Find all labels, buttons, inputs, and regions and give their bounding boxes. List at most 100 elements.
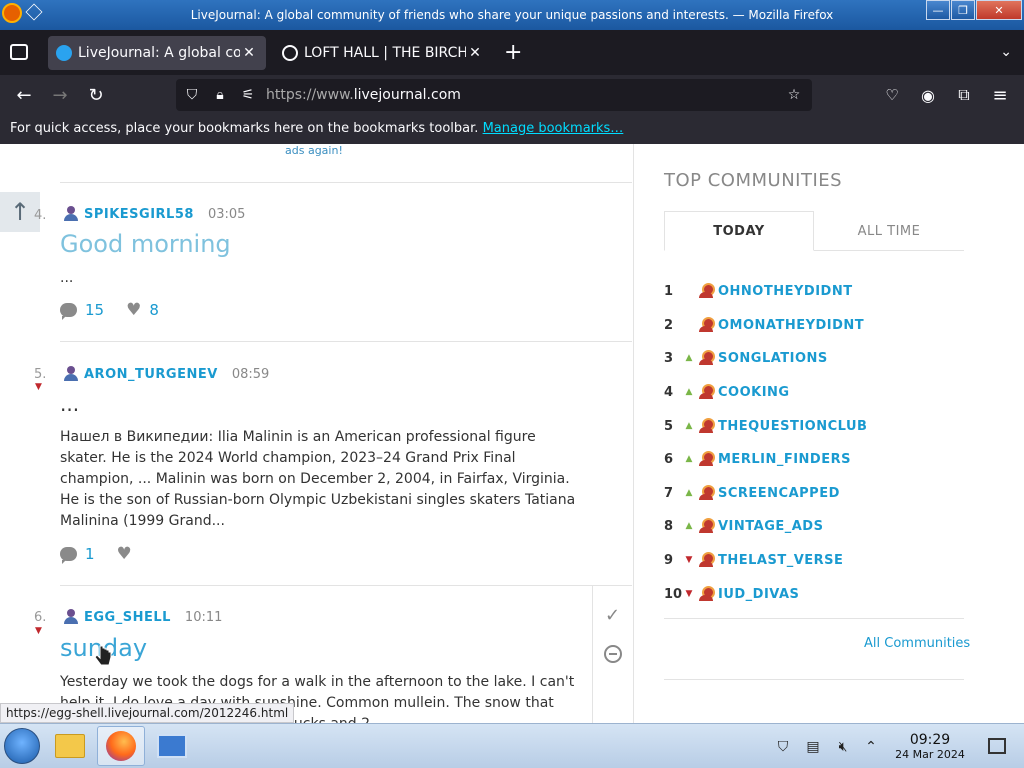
community-name[interactable]: MERLIN_FINDERS <box>718 452 851 467</box>
community-rank: 5 <box>664 418 674 434</box>
all-communities-link[interactable]: All Communities <box>864 636 970 651</box>
pocket-icon[interactable]: ♡ <box>880 83 904 107</box>
community-icon <box>698 451 715 467</box>
taskbar-remote-desktop[interactable] <box>148 726 196 766</box>
community-row[interactable]: 4 ▲ COOKING <box>664 382 964 402</box>
comment-icon[interactable] <box>60 547 77 564</box>
comment-count[interactable]: 1 <box>85 545 95 563</box>
community-name[interactable]: SCREENCAPPED <box>718 486 840 501</box>
trend-up-icon: ▲ <box>685 353 693 363</box>
speaker-muted-icon[interactable]: 🔇︎ <box>834 738 852 756</box>
author-name[interactable]: ARON_TURGENEV <box>84 367 218 382</box>
reload-icon[interactable]: ↻ <box>84 83 108 107</box>
address-bar[interactable]: ⛉ 🔒︎ ⚟ https://www.livejournal.com ☆ <box>176 79 812 111</box>
comment-count[interactable]: 15 <box>85 301 104 319</box>
tab-strip: LiveJournal: A global community of frien… <box>0 30 1024 75</box>
show-desktop-icon[interactable] <box>988 738 1006 754</box>
list-all-tabs-icon[interactable] <box>10 44 28 60</box>
community-rank: 8 <box>664 518 674 534</box>
trend-up-icon: ▲ <box>685 421 693 431</box>
community-row[interactable]: 2 OMONATHEYDIDNT <box>664 315 964 335</box>
community-name[interactable]: VINTAGE_ADS <box>718 519 823 534</box>
window-controls: — ❐ ✕ <box>926 0 1022 20</box>
minus-circle-icon[interactable] <box>604 645 622 663</box>
back-arrow-icon[interactable]: ← <box>12 83 36 107</box>
community-row[interactable]: 5 ▲ THEQUESTIONCLUB <box>664 416 964 436</box>
taskbar-file-explorer[interactable] <box>46 726 94 766</box>
manage-bookmarks-link[interactable]: Manage bookmarks… <box>483 121 624 136</box>
community-name[interactable]: THELAST_VERSE <box>718 553 843 568</box>
post-time: 03:05 <box>207 206 246 222</box>
community-name[interactable]: OHNOTHEYDIDNT <box>718 284 853 299</box>
community-icon <box>698 317 715 333</box>
divider <box>60 182 632 183</box>
user-icon <box>62 366 80 382</box>
community-row[interactable]: 8 ▲ VINTAGE_ADS <box>664 516 964 536</box>
community-row[interactable]: 3 ▲ SONGLATIONS <box>664 348 964 368</box>
author-name[interactable]: EGG_SHELL <box>84 610 171 625</box>
clock-time: 09:29 <box>909 732 951 748</box>
url-text[interactable]: https://www.livejournal.com <box>266 87 461 103</box>
community-rank: 3 <box>664 350 674 366</box>
extensions-icon[interactable]: ⧉ <box>952 83 976 107</box>
remote-desktop-icon <box>157 734 187 758</box>
community-name[interactable]: SONGLATIONS <box>718 351 828 366</box>
check-icon[interactable]: ✓ <box>605 605 620 626</box>
hamburger-menu-icon[interactable]: ≡ <box>988 83 1012 107</box>
lock-icon[interactable]: 🔒︎ <box>210 85 230 105</box>
livejournal-favicon-icon <box>56 45 72 61</box>
close-button[interactable]: ✕ <box>976 0 1022 20</box>
post-author[interactable]: EGG_SHELL 10:11 <box>62 609 222 625</box>
account-icon[interactable]: ◉ <box>916 83 940 107</box>
bookmarks-toolbar: For quick access, place your bookmarks h… <box>0 115 1024 144</box>
permissions-icon[interactable]: ⚟ <box>238 85 258 105</box>
close-tab-icon[interactable]: ✕ <box>240 45 258 61</box>
trend-down-icon: ▼ <box>685 555 693 565</box>
community-row[interactable]: 1 OHNOTHEYDIDNT <box>664 281 964 301</box>
post-author[interactable]: ARON_TURGENEV 08:59 <box>62 366 269 382</box>
restore-button[interactable]: ❐ <box>951 0 975 20</box>
community-name[interactable]: OMONATHEYDIDNT <box>718 318 864 333</box>
forward-arrow-icon[interactable]: → <box>48 83 72 107</box>
shield-icon[interactable]: ⛉ <box>182 85 202 105</box>
post-title[interactable]: Good morning <box>60 230 231 258</box>
community-row[interactable]: 6 ▲ MERLIN_FINDERS <box>664 449 964 469</box>
community-name[interactable]: COOKING <box>718 385 790 400</box>
tab-livejournal[interactable]: LiveJournal: A global community of frien… <box>48 36 266 70</box>
like-count[interactable]: 8 <box>149 301 159 319</box>
community-name[interactable]: IUD_DIVAS <box>718 587 799 602</box>
comment-icon[interactable] <box>60 303 77 320</box>
post-author[interactable]: SPIKESGIRL58 03:05 <box>62 206 245 222</box>
ads-again-link[interactable]: ads again! <box>285 144 343 157</box>
tab-all-time[interactable]: ALL TIME <box>814 211 964 251</box>
tray-app-icon[interactable]: ⛉ <box>774 738 792 756</box>
clipboard-icon[interactable]: ▤ <box>804 738 822 756</box>
heart-icon[interactable]: ♥ <box>126 300 141 320</box>
chevron-down-icon[interactable]: ⌄ <box>1000 44 1012 60</box>
community-rank: 4 <box>664 384 674 400</box>
community-row[interactable]: 10 ▼ IUD_DIVAS <box>664 584 964 604</box>
taskbar-firefox[interactable] <box>97 726 145 766</box>
community-name[interactable]: THEQUESTIONCLUB <box>718 419 867 434</box>
url-domain: livejournal.com <box>353 87 461 103</box>
post-time: 08:59 <box>231 366 270 382</box>
taskbar-clock[interactable]: 09:29 24 Mar 2024 <box>892 732 968 761</box>
author-name[interactable]: SPIKESGIRL58 <box>84 207 194 222</box>
trend-down-icon: ▼ <box>35 382 42 392</box>
community-row[interactable]: 9 ▼ THELAST_VERSE <box>664 550 964 570</box>
close-tab-icon[interactable]: ✕ <box>466 45 484 61</box>
bookmark-star-icon[interactable]: ☆ <box>784 85 804 105</box>
trend-up-icon: ▲ <box>685 521 693 531</box>
community-rank: 10 <box>664 586 683 602</box>
minimize-button[interactable]: — <box>926 0 950 20</box>
start-button[interactable] <box>4 728 40 764</box>
tab-loft-hall[interactable]: LOFT HALL | THE BIRCH FOREST ✕ <box>274 36 492 70</box>
heart-icon[interactable]: ♥ <box>117 544 132 564</box>
post-title[interactable]: ... <box>60 392 79 416</box>
chevron-up-icon[interactable]: ⌃ <box>862 738 880 756</box>
community-row[interactable]: 7 ▲ SCREENCAPPED <box>664 483 964 503</box>
tab-today[interactable]: TODAY <box>664 211 814 251</box>
new-tab-icon[interactable]: + <box>504 40 522 65</box>
clock-date: 24 Mar 2024 <box>895 748 965 761</box>
community-icon <box>698 586 715 602</box>
